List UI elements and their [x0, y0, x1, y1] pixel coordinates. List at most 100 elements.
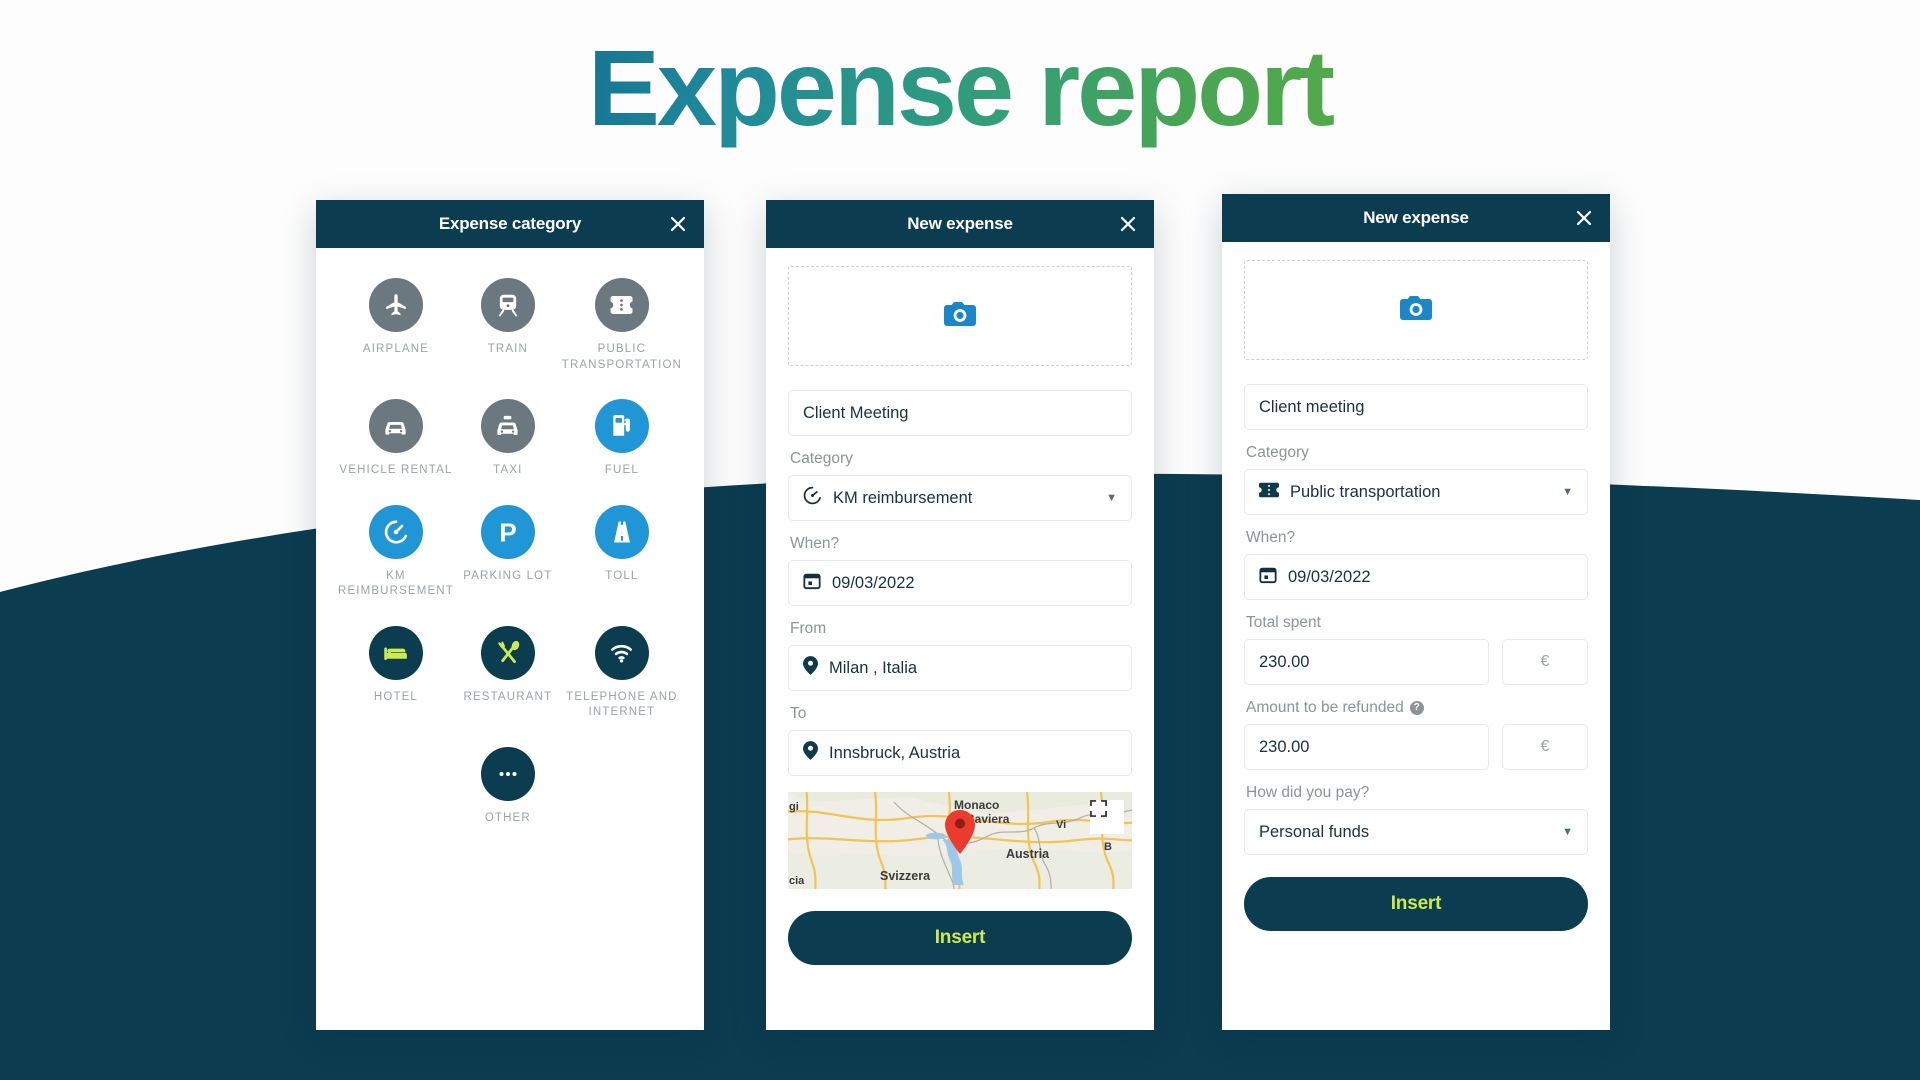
photo-upload-dropzone[interactable] [788, 266, 1132, 366]
ticket-icon [594, 278, 649, 332]
from-label: From [790, 620, 827, 637]
dialog-header: New expense [766, 200, 1154, 248]
category-item-label: RESTAURANT [463, 690, 553, 703]
toll-road-icon [594, 504, 649, 559]
chevron-down-icon: ▼ [1106, 492, 1117, 504]
category-item-label: TAXI [493, 464, 523, 477]
ellipsis-icon [480, 746, 535, 801]
question-mark-icon[interactable]: ? [1409, 701, 1424, 715]
insert-button[interactable]: Insert [788, 911, 1132, 965]
parking-p-icon: P [480, 504, 535, 559]
svg-text:B: B [1104, 841, 1112, 853]
refund-input[interactable]: 230.00 [1244, 724, 1489, 770]
payment-method-select[interactable]: Personal funds ▼ [1244, 809, 1588, 855]
chevron-down-icon: ▼ [1562, 826, 1573, 838]
bed-icon [368, 625, 423, 680]
category-item-parking-lot[interactable]: P PARKING LOT [458, 504, 558, 600]
category-item-vehicle-rental[interactable]: VEHICLE RENTAL [338, 399, 454, 479]
route-map-preview[interactable]: gi cia Monaco di Baviera Austria Svizzer… [788, 792, 1132, 889]
camera-icon [943, 300, 977, 333]
category-item-label: HOTEL [373, 690, 418, 703]
refund-label: Amount to be refunded ? [1246, 699, 1588, 717]
from-input[interactable]: Milan , Italia [788, 645, 1132, 691]
payment-method-label: How did you pay? [1246, 784, 1370, 801]
svg-text:P: P [499, 517, 517, 547]
category-item-label: PUBLIC TRANSPORTATION [561, 343, 683, 371]
poster-canvas: Expense report Expense category AIRPLANE… [0, 0, 1920, 1080]
when-label: When? [1246, 529, 1296, 546]
svg-text:Vi: Vi [1056, 819, 1066, 831]
svg-text:Svizzera: Svizzera [880, 869, 931, 883]
fullscreen-icon[interactable] [1090, 800, 1124, 834]
category-item-telephone-and-internet[interactable]: TELEPHONE AND INTERNET [562, 625, 682, 721]
car-icon [368, 399, 423, 454]
page-title: Expense report [0, 22, 1920, 154]
from-value: Milan , Italia [829, 658, 918, 677]
category-item-label: TELEPHONE AND INTERNET [566, 690, 678, 719]
dialog-title: New expense [1363, 208, 1469, 227]
wifi-icon [594, 625, 649, 680]
category-item-label: TRAIN [487, 343, 528, 355]
category-item-airplane[interactable]: AIRPLANE [338, 278, 454, 373]
close-icon[interactable] [668, 214, 688, 234]
category-item-label: VEHICLE RENTAL [339, 464, 453, 477]
photo-upload-dropzone[interactable] [1244, 260, 1588, 360]
date-value: 09/03/2022 [832, 573, 915, 592]
fuel-pump-icon [594, 399, 649, 454]
category-item-km-reimbursement[interactable]: KM REIMBURSEMENT [338, 504, 454, 600]
dialog-title: Expense category [438, 214, 582, 233]
category-select[interactable]: KM reimbursement ▼ [788, 475, 1132, 521]
category-value: Public transportation [1290, 482, 1441, 501]
category-select[interactable]: Public transportation ▼ [1244, 469, 1588, 515]
close-icon[interactable] [1118, 214, 1138, 234]
speedometer-icon [368, 504, 423, 559]
close-icon[interactable] [1574, 208, 1594, 228]
category-item-label: FUEL [604, 464, 639, 477]
category-item-label: OTHER [484, 811, 531, 824]
category-item-label: AIRPLANE [362, 343, 429, 355]
calendar-icon [803, 572, 821, 595]
category-item-restaurant[interactable]: RESTAURANT [458, 625, 558, 721]
description-input[interactable]: Client meeting [1244, 384, 1588, 430]
category-label: Category [1246, 444, 1309, 461]
to-value: Innsbruck, Austria [829, 743, 961, 762]
refund-label-text: Amount to be refunded [1246, 699, 1404, 716]
description-value: Client meeting [1259, 397, 1365, 416]
refund-row: 230.00 € [1244, 724, 1588, 770]
category-item-hotel[interactable]: HOTEL [338, 625, 454, 721]
category-item-public-transportation[interactable]: PUBLIC TRANSPORTATION [562, 278, 682, 373]
category-value: KM reimbursement [833, 488, 973, 507]
fork-spoon-icon [480, 625, 535, 680]
total-spent-input[interactable]: 230.00 [1244, 639, 1489, 685]
description-input[interactable]: Client Meeting [788, 390, 1132, 436]
new-expense-pt-dialog: New expense Client meeting Category Publ… [1222, 194, 1610, 1030]
category-item-label: TOLL [605, 569, 639, 582]
category-label: Category [790, 450, 853, 467]
dialog-title: New expense [907, 214, 1013, 233]
svg-text:Austria: Austria [1006, 847, 1050, 861]
total-spent-currency[interactable]: € [1502, 639, 1588, 685]
date-value: 09/03/2022 [1288, 567, 1371, 586]
category-item-label: PARKING LOT [463, 569, 553, 582]
svg-text:Monaco: Monaco [954, 798, 999, 812]
expense-category-dialog: Expense category AIRPLANE TRAIN PUBLIC TRA… [316, 200, 704, 1030]
category-item-taxi[interactable]: TAXI [458, 399, 558, 479]
airplane-icon [368, 278, 423, 332]
refund-value: 230.00 [1259, 737, 1310, 756]
map-pin-icon [803, 741, 818, 765]
speedometer-icon [803, 486, 822, 510]
total-spent-row: 230.00 € [1244, 639, 1588, 685]
category-item-other[interactable]: OTHER [458, 746, 558, 827]
refund-currency[interactable]: € [1502, 724, 1588, 770]
description-value: Client Meeting [803, 403, 909, 422]
category-item-toll[interactable]: TOLL [562, 504, 682, 600]
category-item-train[interactable]: TRAIN [458, 278, 558, 373]
date-input[interactable]: 09/03/2022 [1244, 554, 1588, 600]
insert-button[interactable]: Insert [1244, 877, 1588, 931]
taxi-icon [480, 399, 535, 454]
to-input[interactable]: Innsbruck, Austria [788, 730, 1132, 776]
date-input[interactable]: 09/03/2022 [788, 560, 1132, 606]
map-pin-icon [803, 656, 818, 680]
category-item-fuel[interactable]: FUEL [562, 399, 682, 479]
chevron-down-icon: ▼ [1562, 486, 1573, 498]
